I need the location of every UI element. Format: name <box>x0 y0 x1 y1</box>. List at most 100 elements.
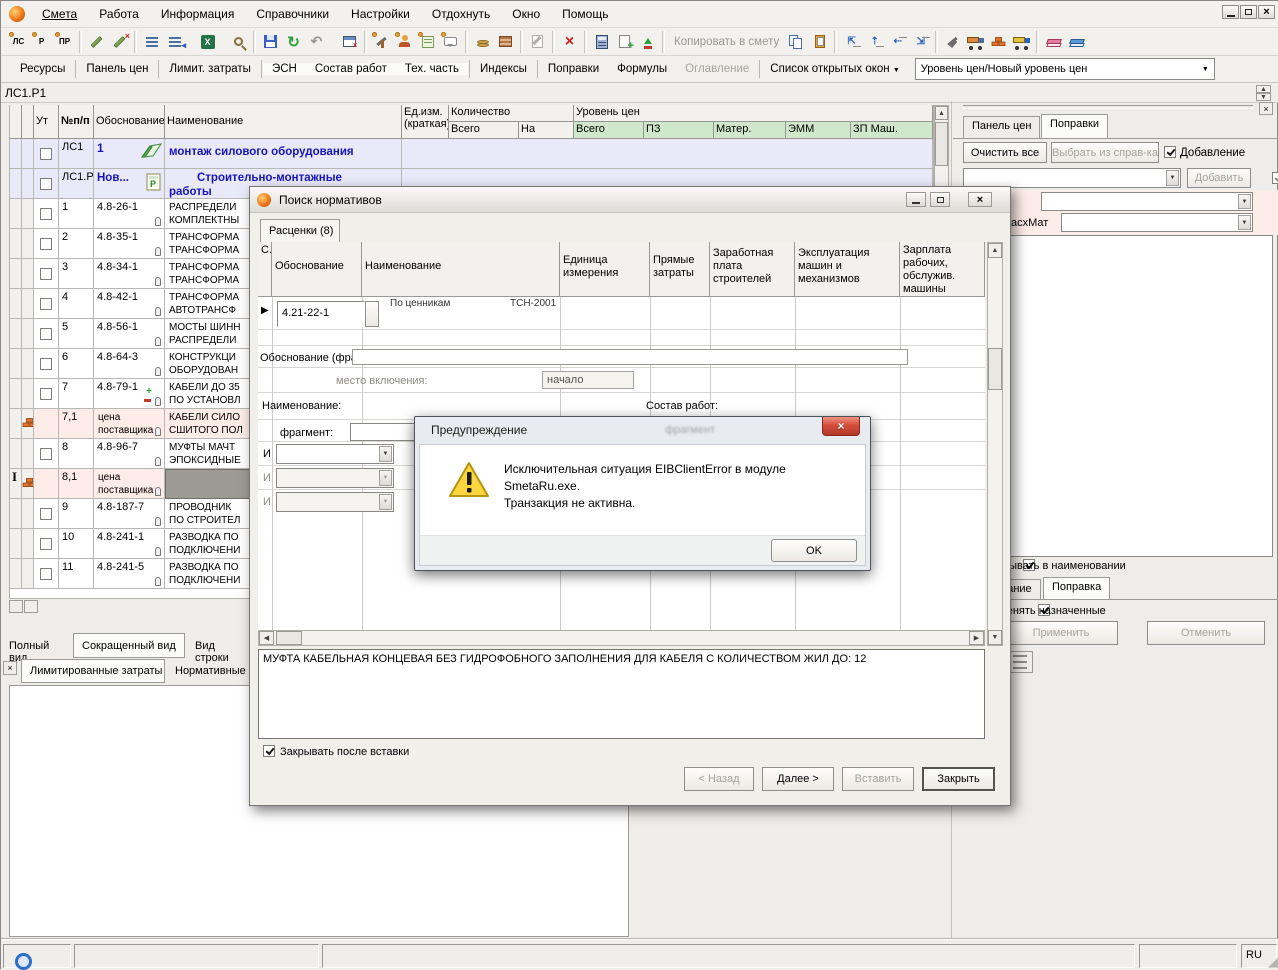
grid-corner-tab[interactable] <box>9 600 23 613</box>
next-button[interactable]: Далее > <box>762 767 834 791</box>
tab-price-panel[interactable]: Панель цен <box>963 116 1040 138</box>
row-checkbox[interactable] <box>40 508 52 520</box>
dialog-title-bar[interactable]: Поиск нормативов × <box>250 187 1010 213</box>
tab-full-view[interactable]: Полный вид <box>3 636 69 657</box>
menu-nastroyki[interactable]: Настройки <box>340 7 421 21</box>
tree-insert-icon[interactable]: ◂ <box>163 31 186 53</box>
menu-smeta[interactable]: Смета <box>31 7 88 21</box>
menu-rabota[interactable]: Работа <box>88 7 150 21</box>
menu-pomosch[interactable]: Помощь <box>551 7 619 21</box>
resources-list-icon[interactable] <box>416 31 439 53</box>
menu-informaciya[interactable]: Информация <box>150 7 245 21</box>
outdent-last-icon[interactable]: ⇲ <box>909 31 932 53</box>
tab-teh-chast[interactable]: Тех. часть <box>396 63 468 75</box>
scroll-up-icon[interactable]: ▲ <box>935 106 948 120</box>
row-checkbox[interactable] <box>40 388 52 400</box>
building-icon[interactable] <box>494 31 517 53</box>
close-window-icon[interactable]: x <box>338 31 361 53</box>
menu-otdohnut[interactable]: Отдохнуть <box>421 7 501 21</box>
edit-pencil-icon[interactable] <box>85 31 108 53</box>
row-checkbox[interactable] <box>40 298 52 310</box>
adding-checkbox[interactable] <box>1164 146 1176 158</box>
close-after-insert-checkbox[interactable] <box>263 745 275 757</box>
delivery-truck-icon[interactable] <box>1010 31 1033 53</box>
indent-first-icon[interactable]: ⇱ <box>840 31 863 53</box>
dialog-scrollbar[interactable]: ▲ ▼ <box>987 242 1003 646</box>
row-checkbox[interactable] <box>40 208 52 220</box>
outdent-left-icon[interactable]: ⇠ <box>886 31 909 53</box>
tab-esn[interactable]: ЭСН <box>263 63 306 75</box>
search-icon[interactable] <box>227 31 250 53</box>
materials-bricks-icon[interactable] <box>987 31 1010 53</box>
chevron-down-icon[interactable]: ▼ <box>1238 215 1251 230</box>
basis-fragment-input[interactable] <box>352 349 908 365</box>
add-position-icon[interactable]: + <box>613 31 636 53</box>
window-close-button[interactable]: × <box>1258 5 1275 19</box>
chevron-down-icon[interactable]: ▼ <box>1238 194 1251 209</box>
row-checkbox[interactable] <box>40 148 52 160</box>
excel-export-icon[interactable]: X <box>196 31 219 53</box>
row-checkbox[interactable] <box>40 358 52 370</box>
undo-icon[interactable]: ↶ <box>305 31 328 53</box>
menu-spravochniki[interactable]: Справочники <box>245 7 340 21</box>
delete-pencil-icon[interactable]: × <box>108 31 131 53</box>
indent-up-icon[interactable]: ⇡ <box>863 31 886 53</box>
tab-rascenki[interactable]: Расценки (8) <box>260 219 340 243</box>
and-combo-1[interactable]: ▼ <box>276 444 394 464</box>
local-estimate-button[interactable]: ЛС <box>7 31 30 53</box>
sort-updown-icon[interactable] <box>636 31 659 53</box>
close-dialog-button[interactable]: Закрыть <box>922 767 995 791</box>
address-scroll-down[interactable]: ▼ <box>1256 93 1271 101</box>
window-restore-button[interactable] <box>1240 5 1257 19</box>
raskhmat-combo[interactable]: ▼ <box>1061 213 1253 232</box>
delete-row-icon[interactable]: × <box>558 31 581 53</box>
tab-corrections[interactable]: Поправки <box>1041 114 1108 138</box>
dialog-maximize-button[interactable] <box>930 192 950 207</box>
tab-sostav-rabot[interactable]: Состав работ <box>306 63 396 75</box>
resize-grip[interactable]: ◢ <box>1268 954 1278 970</box>
basis-edit-field[interactable]: 4.21-22-1 <box>277 301 365 327</box>
section-button[interactable]: Р <box>30 31 53 53</box>
basis-edit-button[interactable] <box>365 301 379 327</box>
save-icon[interactable] <box>259 31 282 53</box>
address-scroll-up[interactable]: ▲ <box>1256 85 1271 93</box>
clear-all-button[interactable]: Очистить все <box>963 142 1047 163</box>
tab-resursy[interactable]: Ресурсы <box>11 63 74 75</box>
result-text-area[interactable]: МУФТА КАБЕЛЬНАЯ КОНЦЕВАЯ БЕЗ ГИДРОФОБНОГ… <box>258 649 985 739</box>
row-checkbox[interactable] <box>40 448 52 460</box>
scroll-right-icon[interactable]: ▶ <box>969 631 984 645</box>
price-level-combo[interactable]: Уровень цен/Новый уровень цен ▼ <box>915 58 1215 80</box>
keyboard-lang-indicator[interactable]: RU <box>1246 949 1262 961</box>
row-checkbox[interactable] <box>40 328 52 340</box>
row-checkbox[interactable] <box>40 238 52 250</box>
scroll-up-icon[interactable]: ▲ <box>988 243 1002 258</box>
grid-corner-tab[interactable] <box>24 600 38 613</box>
open-windows-menu[interactable]: Список открытых окон ▼ <box>761 63 908 75</box>
close-icon[interactable]: × <box>1259 102 1273 115</box>
window-minimize-button[interactable] <box>1222 5 1239 19</box>
scroll-thumb[interactable] <box>988 348 1002 390</box>
book-pink-icon[interactable] <box>1042 31 1065 53</box>
calculator-icon[interactable] <box>590 31 613 53</box>
tab-normative[interactable]: Нормативные р <box>169 662 259 683</box>
row-checkbox[interactable] <box>40 538 52 550</box>
dialog-minimize-button[interactable] <box>906 192 926 207</box>
resources-comment-icon[interactable] <box>439 31 462 53</box>
row-checkbox[interactable] <box>40 178 52 190</box>
table-row[interactable]: ЛС1 1 монтаж силового оборудования <box>10 139 933 169</box>
tab-panel-cen[interactable]: Панель цен <box>77 63 157 75</box>
refresh-icon[interactable]: ↻ <box>282 31 305 53</box>
dialog-h-scrollbar[interactable]: ◀ ▶ <box>258 630 985 646</box>
coefficient-combo[interactable]: ▼ <box>1041 192 1253 211</box>
transport-truck-icon[interactable] <box>964 31 987 53</box>
tab-formuly[interactable]: Формулы <box>608 63 676 75</box>
tree-structure-icon[interactable] <box>140 31 163 53</box>
ok-button[interactable]: OK <box>771 539 857 562</box>
chevron-down-icon[interactable]: ▼ <box>1166 170 1179 186</box>
scroll-down-icon[interactable]: ▼ <box>988 630 1002 645</box>
scroll-left-icon[interactable]: ◀ <box>259 631 274 645</box>
tab-limited-costs[interactable]: Лимитированные затраты <box>21 659 165 683</box>
subsection-button[interactable]: ПР <box>53 31 76 53</box>
tab-popravki[interactable]: Поправки <box>539 63 608 75</box>
book-blue-icon[interactable] <box>1065 31 1088 53</box>
